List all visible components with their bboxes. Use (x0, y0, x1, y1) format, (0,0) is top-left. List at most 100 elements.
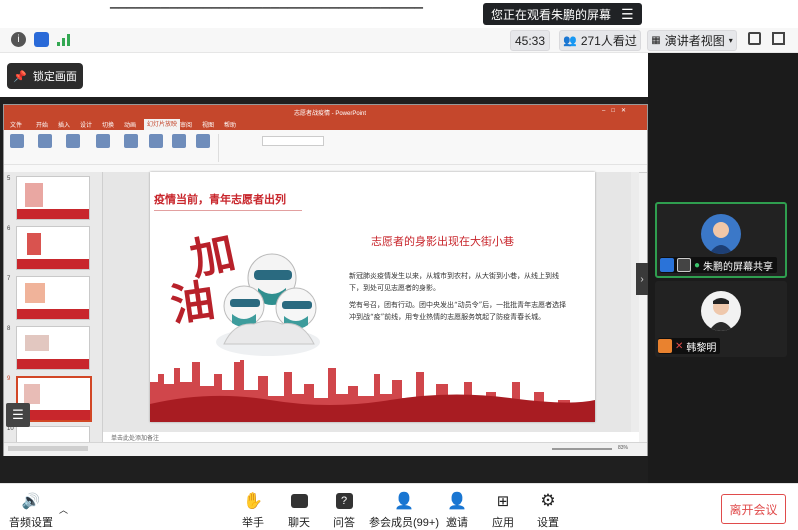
mic-on-icon: ● (694, 259, 701, 271)
invite-label: 邀请 (446, 517, 468, 529)
apps-icon: ⊞ (496, 493, 510, 510)
window-icon[interactable] (772, 32, 785, 45)
ppt-title-bar: 志愿者战疫情 - PowerPoint –□✕ (4, 105, 647, 118)
collapse-panel-button[interactable]: › (636, 263, 648, 295)
ribbon-group-divider (4, 164, 647, 165)
leave-meeting-label: 离开会议 (729, 502, 778, 517)
ppt-ribbon-tabs: 文件 开始 插入 设计 切换 动画 幻灯片放映 审阅 视图 帮助 (4, 118, 647, 130)
meeting-toolbar: i 45:33 👥 271人看过 ▦ 演讲者视图 ▾ (0, 28, 798, 53)
raise-hand-button[interactable]: ✋ 举手 (242, 491, 264, 530)
apps-label: 应用 (492, 517, 514, 529)
tile-name: 朱鹏的屏幕共享 (703, 261, 774, 273)
ppt-window-controls: –□✕ (602, 108, 632, 114)
settings-label: 设置 (537, 517, 559, 529)
hamburger-icon[interactable]: ☰ (621, 7, 634, 21)
view-mode-dropdown[interactable]: ▦ 演讲者视图 ▾ (647, 30, 737, 51)
ppt-tab-slideshow[interactable]: 幻灯片放映 (144, 119, 181, 130)
ribbon-button-icon[interactable] (10, 134, 24, 148)
ribbon-button-icon[interactable] (149, 134, 163, 148)
zoom-slider[interactable] (552, 448, 612, 450)
timer-text: 45:33 (514, 33, 546, 48)
ribbon-button-icon[interactable] (172, 134, 186, 148)
raise-hand-label: 举手 (242, 517, 264, 529)
host-badge-icon (660, 258, 674, 272)
audio-settings-button[interactable]: 🔊 音频设置 ︿ (9, 491, 68, 530)
ribbon-button-icon[interactable] (38, 134, 52, 148)
thumb-number: 6 (7, 226, 11, 232)
side-menu-button[interactable]: ☰ (6, 403, 30, 427)
chevron-down-icon: ▾ (728, 36, 733, 45)
hand-icon: ✋ (243, 493, 263, 510)
ribbon-button-icon[interactable] (124, 134, 138, 148)
speaker-icon: 🔊 (21, 493, 41, 510)
ribbon-checkbox-group[interactable] (218, 134, 259, 162)
current-slide: 疫情当前，青年志愿者出列 加 油 志愿者的身影出现在大街小巷 新冠肺炎疫情发生以… (150, 172, 595, 422)
tile-name: 韩黎明 (686, 342, 717, 354)
city-skyline-decoration (150, 360, 595, 422)
ribbon-monitor-dropdown[interactable] (262, 136, 324, 146)
participants-button[interactable]: 👤 参会成员(99+) (369, 491, 439, 530)
avatar (701, 291, 741, 331)
thumb-number: 9 (7, 376, 11, 382)
zoom-level: 83% (618, 445, 629, 451)
meeting-timer: 45:33 (510, 30, 550, 51)
info-icon[interactable]: i (11, 32, 26, 47)
ppt-tab-review[interactable]: 审阅 (180, 120, 192, 129)
ribbon-button-icon[interactable] (96, 134, 110, 148)
pin-icon: 📌 (13, 70, 27, 83)
settings-button[interactable]: ⚙ 设置 (537, 491, 559, 530)
ppt-tab-home[interactable]: 开始 (36, 120, 48, 129)
slide-paragraph-1: 新冠肺炎疫情发生以来，从城市到农村，从大街到小巷，从线上到线下，到处可见志愿者的… (349, 272, 559, 292)
notes-pane[interactable]: 单击此处添加备注 (103, 432, 639, 442)
ppt-tab-design[interactable]: 设计 (80, 120, 92, 129)
slide-thumbnail[interactable] (16, 276, 90, 320)
slide-thumbnail-pane: 5 6 7 8 9 10 (4, 172, 103, 442)
ppt-tab-animation[interactable]: 动画 (124, 120, 136, 129)
shield-icon[interactable] (34, 32, 49, 47)
ribbon-button-icon[interactable] (66, 134, 80, 148)
ribbon-button-icon[interactable] (196, 134, 210, 148)
video-tile-screen-share[interactable]: ● 朱鹏的屏幕共享 (655, 202, 787, 278)
audio-settings-label: 音频设置 (9, 517, 53, 529)
slide-title: 疫情当前，青年志愿者出列 (154, 193, 286, 206)
ppt-tab-help[interactable]: 帮助 (224, 120, 236, 129)
ppt-tab-insert[interactable]: 插入 (58, 120, 70, 129)
viewing-indicator[interactable]: 您正在观看朱鹏的屏幕 ☰ (483, 3, 642, 25)
leave-meeting-button[interactable]: 离开会议 (721, 494, 786, 524)
signal-icon[interactable] (57, 34, 71, 46)
ppt-window-title: 志愿者战疫情 - PowerPoint (294, 111, 367, 117)
qa-label: 问答 (333, 517, 355, 529)
add-user-icon: 👤 (447, 493, 467, 510)
slide-heading: 志愿者的身影出现在大街小巷 (371, 235, 514, 248)
slide-thumbnail[interactable] (16, 226, 90, 270)
invite-button[interactable]: 👤 邀请 (446, 491, 468, 530)
banner-overflow-text: ▁▁▁▁▁▁▁▁▁▁▁▁▁▁▁▁▁▁▁▁▁▁▁▁▁▁▁▁▁▁▁▁▁▁▁▁▁ (110, 0, 424, 9)
ppt-tab-transition[interactable]: 切换 (102, 120, 114, 129)
slide-thumbnail[interactable] (16, 326, 90, 370)
chat-label: 聊天 (288, 517, 310, 529)
participants-label: 参会成员(99+) (369, 517, 439, 529)
slide-thumbnail[interactable] (16, 176, 90, 220)
viewing-text: 您正在观看朱鹏的屏幕 (491, 7, 612, 22)
chevron-right-icon: › (640, 273, 644, 285)
viewer-count-button[interactable]: 👥 271人看过 (559, 30, 641, 51)
video-tile-participant[interactable]: ✕ 韩黎明 (655, 281, 787, 357)
lock-screen-button[interactable]: 📌 锁定画面 (7, 63, 83, 89)
slide-thumbnail[interactable] (16, 426, 90, 442)
ppt-tab-view[interactable]: 视图 (202, 120, 214, 129)
list-icon: ☰ (12, 407, 24, 422)
ppt-ribbon (4, 130, 647, 173)
screen-share-icon (677, 258, 691, 272)
status-left-text (8, 446, 88, 451)
apps-button[interactable]: ⊞ 应用 (492, 491, 514, 530)
vertical-scrollbar[interactable] (631, 172, 639, 432)
top-banner: ▁▁▁▁▁▁▁▁▁▁▁▁▁▁▁▁▁▁▁▁▁▁▁▁▁▁▁▁▁▁▁▁▁▁▁▁▁ (0, 0, 798, 28)
chat-button[interactable]: 聊天 (288, 491, 310, 530)
thumb-number: 8 (7, 326, 11, 332)
ppt-tab-file[interactable]: 文件 (10, 120, 22, 129)
mic-off-icon: ✕ (675, 340, 684, 352)
share-header-area (0, 53, 648, 97)
fullscreen-icon[interactable] (748, 32, 761, 45)
qa-button[interactable]: ? 问答 (333, 491, 355, 530)
chevron-up-icon[interactable]: ︿ (59, 503, 68, 516)
